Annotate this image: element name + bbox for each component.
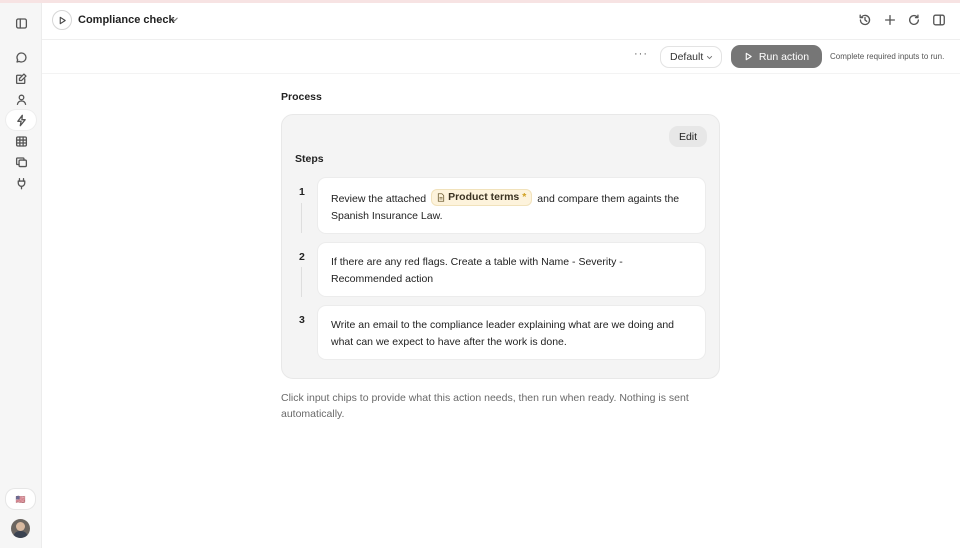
chevron-down-icon: [707, 55, 713, 59]
play-icon: [745, 52, 752, 61]
steps-heading: Steps: [295, 153, 324, 165]
step-number: 2: [299, 251, 305, 263]
step-card[interactable]: If there are any red flags. Create a tab…: [317, 242, 706, 297]
sidebar: 🇺🇸: [0, 3, 42, 548]
section-title: Process: [281, 91, 322, 103]
history-icon[interactable]: [858, 13, 872, 27]
step-connector: [301, 267, 302, 297]
step-card[interactable]: Write an email to the compliance leader …: [317, 305, 706, 360]
step-text: If there are any red flags. Create a tab…: [331, 256, 623, 285]
page-title[interactable]: Compliance check: [78, 14, 175, 26]
panel-toggle-icon[interactable]: [9, 13, 33, 33]
helper-text: Click input chips to provide what this a…: [281, 392, 689, 420]
person-icon[interactable]: [9, 89, 33, 109]
step-text: Write an email to the compliance leader …: [331, 319, 675, 348]
edit-button[interactable]: Edit: [669, 126, 707, 147]
language-flag-button[interactable]: 🇺🇸: [6, 489, 35, 509]
right-panel-toggle-icon[interactable]: [932, 13, 946, 27]
header: Compliance check: [42, 3, 960, 40]
chip-label: Product terms: [448, 191, 520, 203]
chat-icon[interactable]: [9, 47, 33, 67]
play-icon[interactable]: [52, 10, 72, 30]
plus-icon[interactable]: [883, 13, 897, 27]
required-marker: *: [522, 191, 527, 203]
step-number: 1: [299, 186, 305, 198]
run-action-button[interactable]: Run action: [731, 45, 822, 68]
step-number: 3: [299, 314, 305, 326]
input-chip-product-terms[interactable]: Product terms *: [431, 189, 533, 206]
document-icon: [437, 193, 445, 202]
us-flag-icon: 🇺🇸: [15, 494, 26, 504]
bolt-icon[interactable]: [6, 110, 36, 130]
step-connector: [301, 203, 302, 233]
run-hint-text: Complete required inputs to run.: [830, 52, 945, 61]
table-icon[interactable]: [9, 131, 33, 151]
refresh-icon[interactable]: [907, 13, 921, 27]
more-options-button[interactable]: ···: [632, 48, 650, 64]
preset-select[interactable]: Default: [660, 46, 722, 68]
run-action-label: Run action: [758, 50, 810, 63]
plug-icon[interactable]: [9, 173, 33, 193]
avatar[interactable]: [11, 519, 30, 538]
process-panel: Edit Steps 1 Review the attached Product…: [281, 114, 720, 379]
step-card[interactable]: Review the attached Product terms * and …: [317, 177, 706, 234]
copies-icon[interactable]: [9, 152, 33, 172]
preset-select-value: Default: [670, 51, 704, 63]
action-toolbar: ··· Default Run action Complete required…: [42, 40, 960, 74]
chevron-down-icon[interactable]: [170, 15, 179, 24]
edit-note-icon[interactable]: [9, 68, 33, 88]
step-text: Review the attached: [331, 193, 427, 205]
